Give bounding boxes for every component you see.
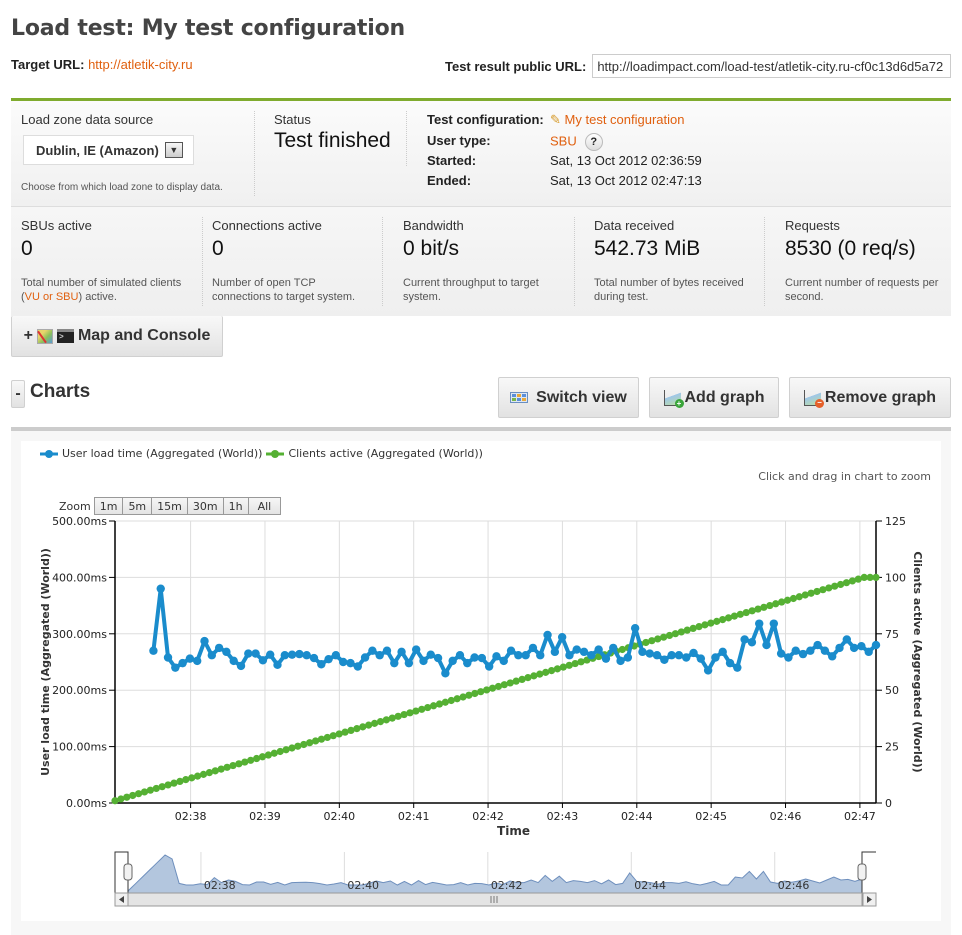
metric-sbus-active: SBUs active 0 Total number of simulated … <box>21 207 201 316</box>
zoom-selector: Zoom 1m 5m 15m 30m 1h All <box>59 497 282 515</box>
metric-value: 0 <box>212 237 224 260</box>
metric-desc: Number of open TCP connections to target… <box>212 277 356 303</box>
metric-requests: Requests 8530 (0 req/s) Current number o… <box>785 207 950 316</box>
legend-label: User load time (Aggregated (World)) <box>62 447 263 460</box>
map-console-label: Map and Console <box>77 327 211 344</box>
test-config-label: Test configuration: <box>427 112 544 127</box>
charts-collapse-button[interactable]: - <box>11 380 25 408</box>
chart-legend: User load time (Aggregated (World)) Clie… <box>40 447 483 460</box>
divider <box>254 111 255 196</box>
metric-data-received: Data received 542.73 MiB Total number of… <box>594 207 764 316</box>
metric-desc: Current number of requests per second. <box>785 277 939 303</box>
metric-label: Requests <box>785 218 840 233</box>
user-type-label: User type: <box>427 133 491 148</box>
help-icon[interactable]: ? <box>584 133 603 151</box>
zoom-5m-button[interactable]: 5m <box>122 497 153 515</box>
zoom-1h-button[interactable]: 1h <box>222 497 249 515</box>
metric-label: Bandwidth <box>403 218 464 233</box>
status-value: Test finished <box>274 129 391 152</box>
zoom-1m-button[interactable]: 1m <box>93 497 124 515</box>
public-url-input[interactable] <box>592 54 952 78</box>
grid-view-icon <box>510 392 529 403</box>
dropdown-arrow-icon[interactable]: ▼ <box>164 142 183 158</box>
zoom-all-button[interactable]: All <box>247 497 282 515</box>
metric-value: 0 <box>21 237 33 260</box>
charts-heading: Charts <box>30 381 91 402</box>
remove-graph-label: Remove graph <box>824 388 937 406</box>
ended-label: Ended: <box>427 173 472 188</box>
test-config-link[interactable]: My test configuration <box>565 112 685 127</box>
metric-desc: Total number of bytes received during te… <box>594 277 744 303</box>
divider <box>382 217 383 306</box>
load-zone-section: Load zone data source Dublin, IE (Amazon… <box>21 101 253 206</box>
remove-graph-icon: − <box>803 389 824 408</box>
test-config-row: Test configuration: <box>427 112 544 127</box>
status-label: Status <box>274 112 311 127</box>
add-graph-icon: + <box>663 389 684 408</box>
metric-label: Data received <box>594 218 675 233</box>
metric-bandwidth: Bandwidth 0 bit/s Current throughput to … <box>403 207 573 316</box>
legend-green-marker-icon <box>266 449 285 458</box>
legend-blue-marker-icon <box>40 449 58 458</box>
expand-icon: + <box>23 327 33 344</box>
target-url-link[interactable]: http://atletik-city.ru <box>88 57 193 72</box>
started-label: Started: <box>427 153 477 168</box>
switch-view-label: Switch view <box>536 388 627 406</box>
ended-value: Sat, 13 Oct 2012 02:47:13 <box>550 173 702 188</box>
page-title: Load test: My test configuration <box>11 16 405 41</box>
zoom-15m-button[interactable]: 15m <box>151 497 188 515</box>
metric-value: 0 bit/s <box>403 237 460 260</box>
zoom-label: Zoom <box>59 499 91 513</box>
test-config-link-wrap: ✎ My test configuration <box>550 112 684 128</box>
metric-value: 542.73 MiB <box>594 237 701 260</box>
zoom-hint: Click and drag in chart to zoom <box>758 470 931 483</box>
legend-label: Clients active (Aggregated (World)) <box>288 447 483 460</box>
map-icon <box>36 328 53 344</box>
load-zone-select[interactable]: Dublin, IE (Amazon) ▼ <box>23 135 194 165</box>
metric-connections-active: Connections active 0 Number of open TCP … <box>212 207 382 316</box>
target-url-row: Target URL: http://atletik-city.ru <box>11 57 193 72</box>
divider <box>574 217 575 306</box>
metric-label: SBUs active <box>21 218 92 233</box>
status-section: Status Test finished <box>274 101 414 206</box>
metric-desc: Current throughput to target system. <box>403 277 539 303</box>
load-zone-label: Load zone data source <box>21 112 154 127</box>
switch-view-button[interactable]: Switch view <box>498 377 639 418</box>
map-console-button[interactable]: + > Map and Console <box>11 316 223 357</box>
legend-item-user-load-time[interactable]: User load time (Aggregated (World)) <box>40 447 262 460</box>
public-url-label: Test result public URL: <box>445 58 587 74</box>
load-zone-value: Dublin, IE (Amazon) <box>36 142 159 158</box>
started-value: Sat, 13 Oct 2012 02:36:59 <box>550 153 702 168</box>
add-graph-button[interactable]: + Add graph <box>649 377 779 418</box>
pencil-icon: ✎ <box>550 112 561 127</box>
zoom-30m-button[interactable]: 30m <box>186 497 224 515</box>
user-type-link[interactable]: SBU <box>550 133 577 148</box>
metric-value: 8530 (0 req/s) <box>785 237 916 260</box>
divider <box>202 217 203 306</box>
target-url-label: Target URL: <box>11 57 85 72</box>
public-url-row: Test result public URL: <box>445 54 952 78</box>
divider <box>406 111 407 166</box>
vu-sbu-link[interactable]: VU or SBU <box>25 291 79 303</box>
user-type-row: SBU? <box>550 133 603 151</box>
divider <box>764 217 765 306</box>
load-zone-hint: Choose from which load zone to display d… <box>21 182 223 193</box>
metric-desc: Total number of simulated clients (VU or… <box>21 277 182 303</box>
remove-graph-button[interactable]: − Remove graph <box>789 377 951 418</box>
test-info-panel: Load zone data source Dublin, IE (Amazon… <box>11 98 951 206</box>
console-icon: > <box>56 329 74 343</box>
metrics-panel: SBUs active 0 Total number of simulated … <box>11 206 951 316</box>
metric-label: Connections active <box>212 218 322 233</box>
add-graph-label: Add graph <box>684 388 765 406</box>
legend-item-clients-active[interactable]: Clients active (Aggregated (World)) <box>266 447 483 460</box>
